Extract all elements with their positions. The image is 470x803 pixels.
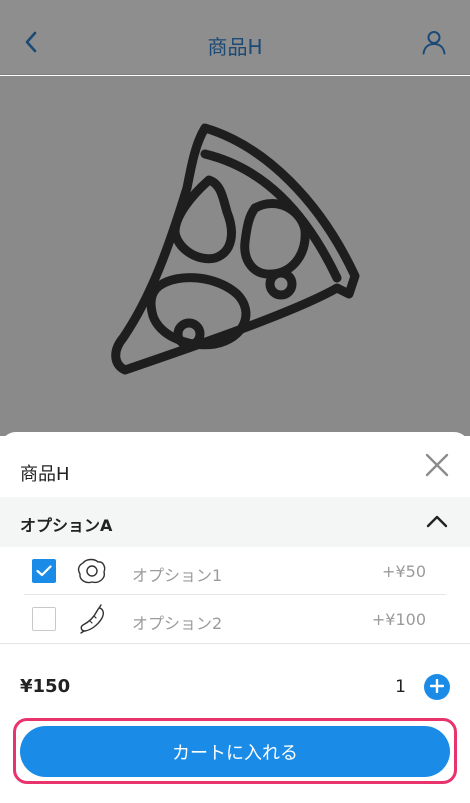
pizza-slice-icon <box>105 116 365 380</box>
chevron-up-icon <box>426 513 448 532</box>
user-button[interactable] <box>418 28 450 60</box>
option-checkbox-1[interactable] <box>32 559 56 583</box>
app-header: 商品H <box>0 15 470 75</box>
option-group-label: オプションA <box>20 516 113 535</box>
option-item[interactable]: オプション1 +¥50 <box>24 547 446 595</box>
quantity-value: 1 <box>395 677 406 697</box>
option-checkbox-2[interactable] <box>32 607 56 631</box>
option-name: オプション2 <box>132 614 223 633</box>
user-icon <box>421 29 447 59</box>
sheet-title: 商品H <box>20 464 70 485</box>
total-price: ¥150 <box>20 676 71 697</box>
page-title: 商品H <box>207 35 263 59</box>
sausage-icon <box>76 603 108 635</box>
close-icon <box>425 453 449 481</box>
option-price: +¥50 <box>382 562 426 581</box>
option-name: オプション1 <box>132 566 223 585</box>
fried-egg-icon <box>76 555 108 587</box>
option-item[interactable]: オプション2 +¥100 <box>24 595 446 643</box>
option-group-header[interactable]: オプションA <box>0 497 470 547</box>
close-button[interactable] <box>422 452 452 482</box>
status-bar <box>0 0 470 15</box>
product-image <box>0 76 470 436</box>
add-to-cart-button[interactable]: カートに入れる <box>20 726 450 777</box>
checkmark-icon <box>36 562 52 581</box>
collapse-button[interactable] <box>424 509 450 535</box>
quantity-plus-button[interactable] <box>424 674 450 700</box>
option-price: +¥100 <box>371 610 426 629</box>
plus-icon <box>429 678 445 697</box>
product-option-sheet: 商品H オプションA オプション1 +¥50 オプション2 +¥100 ¥150… <box>0 432 470 803</box>
divider <box>0 643 470 644</box>
